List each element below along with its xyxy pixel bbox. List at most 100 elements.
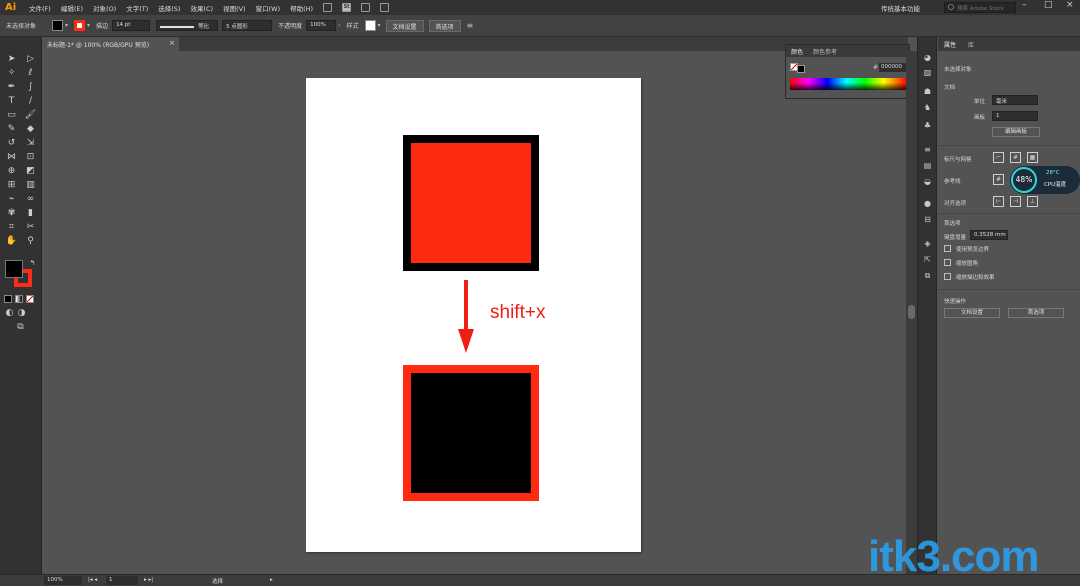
width-tool-icon[interactable]: ⋈ <box>5 151 18 164</box>
perspective-grid-tool-icon[interactable]: ⊞ <box>5 179 18 192</box>
style-swatch[interactable] <box>364 20 376 31</box>
stock-icon[interactable]: St <box>342 3 352 12</box>
units-select[interactable]: 毫米 <box>992 95 1038 105</box>
zoom-tool-icon[interactable]: ⚲ <box>24 235 37 248</box>
asset-export-icon[interactable]: ⇱ <box>923 255 932 264</box>
hand-tool-icon[interactable]: ✋ <box>5 235 18 248</box>
close-tab-icon[interactable]: × <box>169 39 175 47</box>
live-paint-tool-icon[interactable]: ◩ <box>24 165 37 178</box>
color-panel-icon[interactable]: ◕ <box>923 53 932 62</box>
stroke-swatch[interactable] <box>74 20 86 31</box>
document-tab[interactable]: 未标题-1* @ 100% (RGB/GPU 预览) × <box>42 37 180 51</box>
arrange-documents-icon[interactable] <box>361 3 371 12</box>
artboard-select[interactable]: 1 <box>992 111 1038 121</box>
menu-object[interactable]: 对象(O) <box>88 3 121 13</box>
document-setup-button[interactable]: 文档设置 <box>385 19 424 32</box>
artboard-tool-icon[interactable]: ⌗ <box>5 221 18 234</box>
gradient-tool-icon[interactable]: ▥ <box>24 179 37 192</box>
stroke-profile-select[interactable]: 等比 <box>156 20 219 31</box>
snap-to-point-icon[interactable]: ⊢ <box>993 196 1004 207</box>
stock-search-input[interactable]: 搜索 Adobe Stock <box>944 2 1016 13</box>
rectangle-tool-icon[interactable]: ▭ <box>5 109 18 122</box>
quick-document-setup-button[interactable]: 文档设置 <box>944 308 1000 318</box>
menu-type[interactable]: 文字(T) <box>121 3 153 13</box>
preferences-button[interactable]: 首选项 <box>428 19 461 32</box>
keyboard-increment-field[interactable]: 0.3528 mm <box>970 230 1008 240</box>
magic-wand-tool-icon[interactable]: ✧ <box>5 67 18 80</box>
eraser-tool-icon[interactable]: ◆ <box>24 123 37 136</box>
draw-behind-icon[interactable]: ◑ <box>15 307 28 320</box>
selection-tool-icon[interactable]: ➤ <box>5 53 18 66</box>
grid-icon[interactable]: # <box>1010 152 1021 163</box>
fill-mini-swatch[interactable] <box>797 65 805 73</box>
transparency-icon[interactable]: ◒ <box>923 177 932 186</box>
color-guide-icon[interactable]: ▨ <box>923 68 932 77</box>
panel-menu-icon[interactable]: ≡ <box>467 21 474 30</box>
eyedropper-tool-icon[interactable]: ⌁ <box>5 193 18 206</box>
chevron-down-icon[interactable]: ▾ <box>378 22 381 29</box>
menu-window[interactable]: 窗口(W) <box>251 3 286 13</box>
opacity-field[interactable]: 100% <box>306 20 337 31</box>
pen-tool-icon[interactable]: ✒ <box>5 81 18 94</box>
column-graph-tool-icon[interactable]: ▮ <box>24 207 37 220</box>
gpu-rocket-icon[interactable] <box>380 3 390 12</box>
shape-builder-tool-icon[interactable]: ⊕ <box>5 165 18 178</box>
fill-swatch[interactable] <box>52 20 64 31</box>
menu-help[interactable]: 帮助(H) <box>285 3 318 13</box>
chevron-right-icon[interactable]: › <box>338 22 340 29</box>
square-black-fill-red-stroke[interactable] <box>403 365 539 501</box>
shaper-tool-icon[interactable]: ✎ <box>5 123 18 136</box>
symbol-sprayer-tool-icon[interactable]: ✾ <box>5 207 18 220</box>
menu-select[interactable]: 选择(S) <box>153 3 185 13</box>
brush-select[interactable]: 5 点圆形 <box>222 20 273 31</box>
bridge-icon[interactable] <box>323 3 333 12</box>
swap-fill-stroke-icon[interactable]: ↰ <box>26 257 39 270</box>
none-mode-icon[interactable] <box>26 295 34 303</box>
chevron-down-icon[interactable]: ▾ <box>65 22 68 29</box>
opacity-label[interactable]: 不透明度 <box>278 21 302 30</box>
prev-artboard-icon[interactable]: |◂ ◂ <box>88 577 97 583</box>
snap-to-pixel-icon[interactable]: ⊣ <box>1010 196 1021 207</box>
screen-mode-icon[interactable]: ⧉ <box>14 321 27 334</box>
tab-color-guide[interactable]: 颜色参考 <box>808 47 842 56</box>
paintbrush-tool-icon[interactable]: 🖌 <box>24 109 37 122</box>
brushes-icon[interactable]: ♞ <box>923 103 932 112</box>
chevron-down-icon[interactable]: ▾ <box>87 22 90 29</box>
quick-preferences-button[interactable]: 首选项 <box>1008 308 1064 318</box>
appearance-icon[interactable]: ● <box>923 199 932 208</box>
stroke-label[interactable]: 描边 <box>96 21 108 30</box>
edit-artboards-button[interactable]: 编辑画板 <box>992 127 1040 137</box>
snap-to-glyph-icon[interactable]: ⊥ <box>1027 196 1038 207</box>
artboards-icon[interactable]: ⧉ <box>923 271 932 280</box>
square-red-fill-black-stroke[interactable] <box>403 135 539 271</box>
preview-bounds-checkbox[interactable] <box>944 245 951 252</box>
free-transform-tool-icon[interactable]: ⊡ <box>24 151 37 164</box>
artboard-number-field[interactable]: 1 <box>106 576 138 585</box>
rulers-icon[interactable]: ⌐ <box>993 152 1004 163</box>
slice-tool-icon[interactable]: ✂ <box>24 221 37 234</box>
close-window-icon[interactable]: × <box>1066 0 1074 10</box>
fill-color-box[interactable] <box>5 260 23 278</box>
hex-color-field[interactable]: 000000 <box>879 63 909 72</box>
tab-color[interactable]: 颜色 <box>786 47 808 56</box>
line-tool-icon[interactable]: / <box>24 95 37 108</box>
scale-tool-icon[interactable]: ⇲ <box>24 137 37 150</box>
blend-tool-icon[interactable]: ∞ <box>24 193 37 206</box>
vertical-scrollbar[interactable] <box>906 51 917 574</box>
curvature-tool-icon[interactable]: ∫ <box>24 81 37 94</box>
stroke-icon[interactable]: ≡ <box>923 145 932 154</box>
rotate-tool-icon[interactable]: ↺ <box>5 137 18 150</box>
stroke-width-field[interactable]: 14 pt <box>112 20 151 31</box>
maximize-icon[interactable]: □ <box>1044 0 1053 10</box>
minimize-icon[interactable]: – <box>1022 0 1027 10</box>
menu-edit[interactable]: 编辑(E) <box>56 3 88 13</box>
layers-icon[interactable]: ◈ <box>923 239 932 248</box>
menu-effect[interactable]: 效果(C) <box>185 3 218 13</box>
status-menu-icon[interactable]: ▸ <box>270 577 273 583</box>
color-mode-icon[interactable] <box>4 295 12 303</box>
symbols-icon[interactable]: ♣ <box>923 121 932 130</box>
gradient-mode-icon[interactable] <box>15 295 23 303</box>
tab-properties[interactable]: 属性 <box>938 40 962 49</box>
gradient-icon[interactable]: ▤ <box>923 161 932 170</box>
tab-libraries[interactable]: 库 <box>962 40 980 49</box>
